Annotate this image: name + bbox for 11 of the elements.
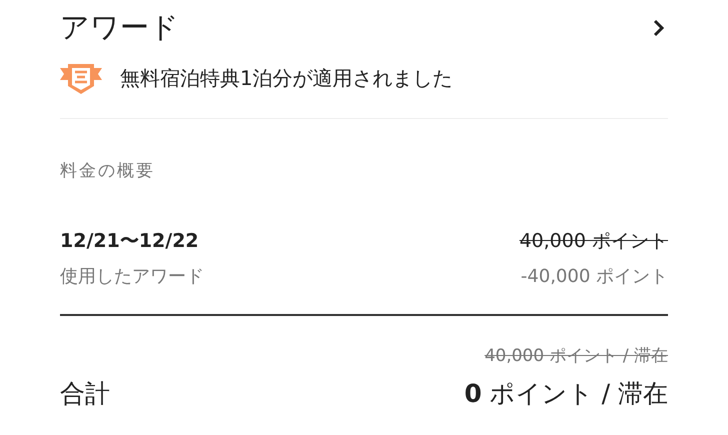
original-total: 40,000 ポイント / 滞在 xyxy=(484,345,668,367)
stay-dates: 12/21〜12/22 xyxy=(60,229,199,254)
summary-heading: 料金の概要 xyxy=(60,160,156,182)
total-label: 合計 xyxy=(60,378,110,410)
total-amount: 0 ポイント / 滞在 xyxy=(464,378,668,410)
award-title: アワード xyxy=(60,9,179,46)
award-applied-text: 無料宿泊特典1泊分が適用されました xyxy=(120,64,453,92)
award-used-amount: -40,000 ポイント xyxy=(520,265,668,288)
chevron-right-icon[interactable] xyxy=(652,18,666,38)
award-used-label: 使用したアワード xyxy=(60,265,204,288)
original-price: 40,000 ポイント xyxy=(519,229,668,254)
